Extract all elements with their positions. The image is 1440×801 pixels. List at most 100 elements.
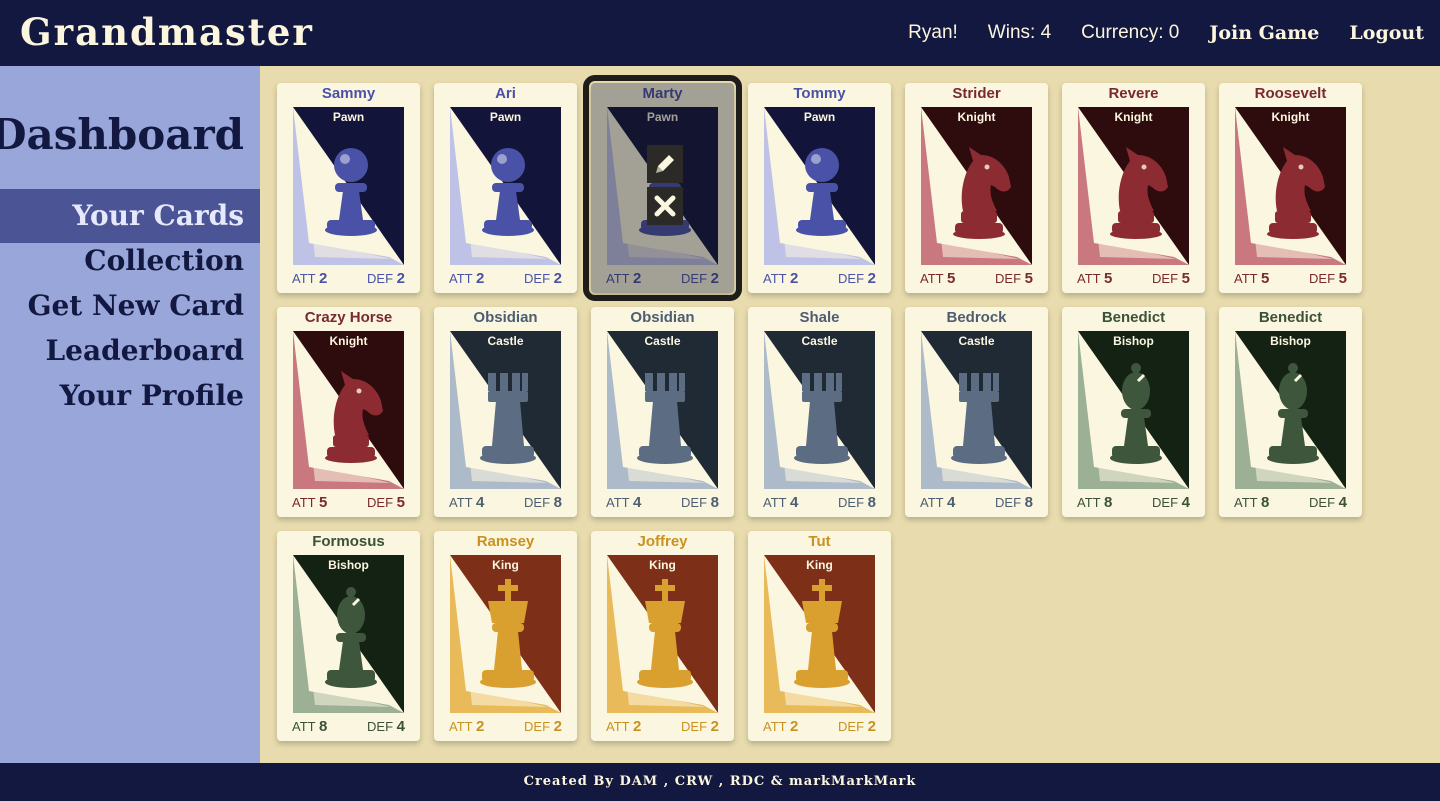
card-name: Crazy Horse <box>304 309 393 326</box>
card-king[interactable]: Tut King ATT 2 DEF 2 <box>748 531 891 741</box>
card-name: Strider <box>952 85 1001 102</box>
card-type: Bishop <box>1270 334 1311 348</box>
card-king[interactable]: Joffrey King ATT 2 DEF 2 <box>591 531 734 741</box>
card-pawn[interactable]: Ari Pawn ATT 2 DEF 2 <box>434 83 577 293</box>
att-label: ATT <box>763 719 787 734</box>
card-type: King <box>649 558 676 572</box>
card-art <box>1235 107 1346 265</box>
def-label: DEF <box>367 719 394 734</box>
pawn-piece-icon <box>293 107 404 265</box>
card-art <box>293 107 404 265</box>
def-label: DEF <box>838 495 865 510</box>
card-pawn[interactable]: Marty Pawn ATT 2 DEF 2 <box>583 75 742 301</box>
att-label: ATT <box>449 719 473 734</box>
def-label: DEF <box>524 271 551 286</box>
card-type: Knight <box>329 334 368 348</box>
card-defense: DEF 2 <box>524 718 562 735</box>
def-value: 8 <box>553 494 562 511</box>
card-bishop[interactable]: Formosus Bishop ATT 8 DEF 4 <box>277 531 420 741</box>
card-attack: ATT 2 <box>763 718 798 735</box>
card-stats: ATT 5 DEF 5 <box>905 267 1048 287</box>
footer-credits: Created By DAM , CRW , RDC & markMarkMar… <box>0 763 1440 801</box>
sidebar: Dashboard Your Cards Collection Get New … <box>0 66 260 763</box>
join-game-link[interactable]: Join Game <box>1209 22 1319 44</box>
card-art <box>1235 331 1346 489</box>
top-navbar: Grandmaster Ryan! Wins: 4 Currency: 0 Jo… <box>0 0 1440 66</box>
card-attack: ATT 5 <box>1234 270 1269 287</box>
card-type: Knight <box>957 110 996 124</box>
knight-piece-icon <box>921 107 1032 265</box>
delete-card-button[interactable] <box>647 187 683 225</box>
card-attack: ATT 2 <box>449 270 484 287</box>
card-castle[interactable]: Obsidian Castle ATT 4 DEF 8 <box>591 307 734 517</box>
att-label: ATT <box>606 495 630 510</box>
card-pawn[interactable]: Sammy Pawn ATT 2 DEF 2 <box>277 83 420 293</box>
att-label: ATT <box>1077 271 1101 286</box>
castle-piece-icon <box>450 331 561 489</box>
card-attack: ATT 4 <box>606 494 641 511</box>
card-stats: ATT 2 DEF 2 <box>434 267 577 287</box>
def-value: 5 <box>396 494 405 511</box>
card-king[interactable]: Ramsey King ATT 2 DEF 2 <box>434 531 577 741</box>
att-label: ATT <box>763 271 787 286</box>
att-label: ATT <box>292 719 316 734</box>
card-knight[interactable]: Crazy Horse Knight ATT 5 DEF 5 <box>277 307 420 517</box>
card-defense: DEF 5 <box>1152 270 1190 287</box>
card-defense: DEF 2 <box>838 270 876 287</box>
close-icon <box>654 195 676 217</box>
card-castle[interactable]: Shale Castle ATT 4 DEF 8 <box>748 307 891 517</box>
sidebar-item-your-profile[interactable]: Your Profile <box>0 369 260 423</box>
pawn-piece-icon <box>450 107 561 265</box>
card-name: Benedict <box>1101 309 1166 326</box>
bishop-piece-icon <box>1235 331 1346 489</box>
edit-card-button[interactable] <box>647 145 683 183</box>
card-castle[interactable]: Obsidian Castle ATT 4 DEF 8 <box>434 307 577 517</box>
att-value: 5 <box>946 270 956 287</box>
def-value: 8 <box>1024 494 1033 511</box>
att-value: 4 <box>475 494 485 511</box>
card-knight[interactable]: Strider Knight ATT 5 DEF 5 <box>905 83 1048 293</box>
card-attack: ATT 5 <box>1077 270 1112 287</box>
card-stats: ATT 2 DEF 2 <box>591 715 734 735</box>
card-defense: DEF 4 <box>1309 494 1347 511</box>
card-knight[interactable]: Revere Knight ATT 5 DEF 5 <box>1062 83 1205 293</box>
card-pawn[interactable]: Tommy Pawn ATT 2 DEF 2 <box>748 83 891 293</box>
card-name: Benedict <box>1258 309 1323 326</box>
card-knight[interactable]: Roosevelt Knight ATT 5 DEF 5 <box>1219 83 1362 293</box>
def-label: DEF <box>681 495 708 510</box>
card-attack: ATT 2 <box>606 718 641 735</box>
card-type: Knight <box>1114 110 1153 124</box>
brand-logo[interactable]: Grandmaster <box>20 10 314 54</box>
card-grid: Sammy Pawn ATT 2 DEF 2 Ari Pawn ATT 2 DE… <box>277 75 1377 743</box>
def-label: DEF <box>524 719 551 734</box>
pencil-icon <box>656 155 674 173</box>
card-bishop[interactable]: Benedict Bishop ATT 8 DEF 4 <box>1219 307 1362 517</box>
def-value: 5 <box>1181 270 1190 287</box>
card-bishop[interactable]: Benedict Bishop ATT 8 DEF 4 <box>1062 307 1205 517</box>
card-attack: ATT 2 <box>449 718 484 735</box>
card-stats: ATT 2 DEF 2 <box>434 715 577 735</box>
card-name: Joffrey <box>637 533 688 550</box>
card-stats: ATT 8 DEF 4 <box>1062 491 1205 511</box>
card-name: Roosevelt <box>1254 85 1327 102</box>
logout-link[interactable]: Logout <box>1349 22 1424 44</box>
card-name: Obsidian <box>473 309 538 326</box>
card-name: Ari <box>495 85 516 102</box>
def-value: 2 <box>553 718 562 735</box>
def-label: DEF <box>681 719 708 734</box>
card-castle[interactable]: Bedrock Castle ATT 4 DEF 8 <box>905 307 1048 517</box>
card-stats: ATT 4 DEF 8 <box>434 491 577 511</box>
att-value: 4 <box>946 494 956 511</box>
card-attack: ATT 8 <box>1077 494 1112 511</box>
att-label: ATT <box>606 719 630 734</box>
card-art <box>450 107 561 265</box>
card-type: Pawn <box>803 110 836 124</box>
card-stats: ATT 2 DEF 2 <box>748 715 891 735</box>
def-value: 8 <box>867 494 876 511</box>
card-attack: ATT 8 <box>292 718 327 735</box>
card-attack: ATT 5 <box>292 494 327 511</box>
att-value: 8 <box>1103 494 1113 511</box>
card-stats: ATT 5 DEF 5 <box>1219 267 1362 287</box>
att-label: ATT <box>920 271 944 286</box>
king-piece-icon <box>607 555 718 713</box>
